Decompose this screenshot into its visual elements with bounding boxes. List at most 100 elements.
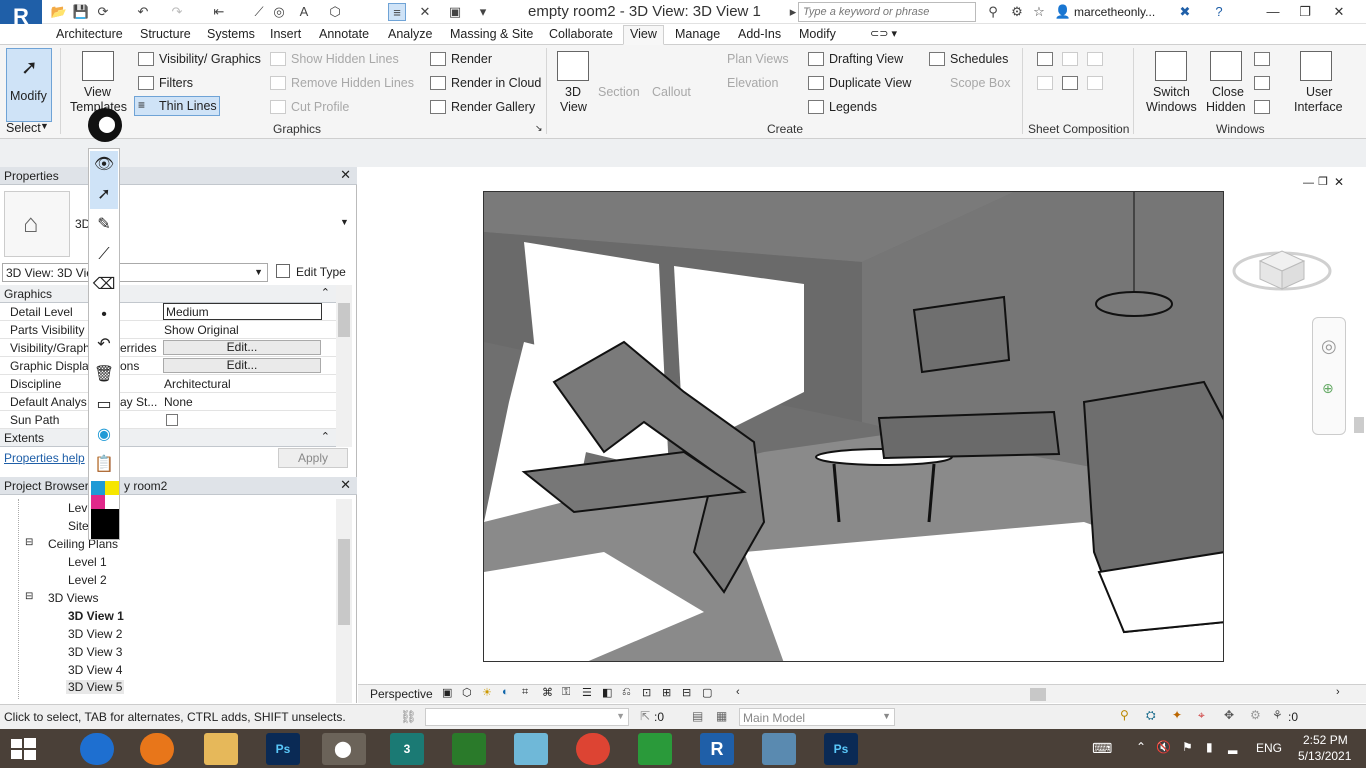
search-input[interactable]: Type a keyword or phrase [798, 2, 976, 22]
select-dropdown-icon[interactable]: ▼ [40, 121, 49, 131]
user-interface-label-1[interactable]: User [1306, 85, 1332, 99]
zoom-icon[interactable]: ⊕ [1322, 380, 1334, 397]
temp-properties-icon[interactable]: ⎌ [622, 686, 631, 699]
snagit-icon[interactable]: ⬤ [322, 733, 366, 765]
drafting-view-button[interactable]: Drafting View [829, 52, 903, 66]
graphics-dialog-launcher-icon[interactable]: ↘ [535, 123, 543, 134]
worksharing-icon[interactable]: ⊟ [682, 686, 691, 699]
shadows-icon[interactable]: ◐ [502, 686, 509, 698]
graphics-section-header[interactable]: Graphics ⌃ [0, 285, 336, 303]
tree-item[interactable]: Level 2 [68, 573, 107, 587]
windows-start-icon[interactable] [8, 735, 38, 763]
vg-overrides-edit-button[interactable]: Edit... [163, 340, 321, 355]
revisions-icon[interactable] [1037, 76, 1053, 90]
tab-view[interactable]: View [623, 25, 664, 45]
show-crop-icon[interactable]: ⌘ [542, 686, 553, 699]
close-hidden-label-2[interactable]: Hidden [1206, 100, 1246, 114]
crop-region-icon[interactable]: ▢ [702, 686, 712, 699]
crop-icon[interactable]: ⌗ [522, 686, 528, 699]
legends-button[interactable]: Legends [829, 100, 877, 114]
cascade-icon[interactable] [1254, 76, 1270, 90]
replicate-icon[interactable] [1254, 52, 1270, 66]
ie-icon[interactable] [80, 733, 114, 765]
sheet-icon[interactable] [1037, 52, 1053, 66]
highlighter-icon[interactable]: ✎ [89, 212, 119, 238]
close-inactive-icon[interactable]: ✕ [416, 3, 434, 21]
chrome-icon[interactable] [576, 733, 610, 765]
constraints-icon[interactable]: ⊞ [662, 686, 671, 699]
save-icon[interactable]: 💾 [72, 3, 90, 21]
text-icon[interactable]: A [295, 3, 313, 21]
scope-box-button[interactable]: Scope Box [950, 76, 1010, 90]
discipline-value[interactable]: Architectural [164, 377, 231, 391]
model-option-icon[interactable]: ▦ [716, 709, 727, 723]
scrollbar-thumb[interactable] [338, 539, 350, 625]
view-minimize-icon[interactable]: — [1303, 177, 1314, 189]
view-close-icon[interactable]: ✕ [1334, 175, 1344, 189]
render-gallery-button[interactable]: Render Gallery [451, 100, 535, 114]
clock-time[interactable]: 2:52 PM [1303, 733, 1348, 747]
network-icon[interactable]: ⚑ [1182, 740, 1193, 754]
filters-button[interactable]: Filters [159, 76, 193, 90]
tab-manage[interactable]: Manage [669, 26, 726, 42]
customize-qat-icon[interactable]: ▾ [474, 3, 492, 21]
close-icon[interactable]: ✕ [340, 167, 351, 183]
elevation-button[interactable]: Elevation [727, 76, 778, 90]
signal-icon[interactable]: ▂ [1228, 740, 1237, 754]
guide-grid-icon[interactable] [1062, 76, 1078, 90]
tab-architecture[interactable]: Architecture [50, 26, 129, 42]
tray-expand-icon[interactable]: ⌃ [1136, 740, 1146, 754]
capture-handle-icon[interactable]: ⬤ [88, 108, 122, 142]
volume-icon[interactable]: 🔇 [1156, 740, 1171, 754]
scrollbar-thumb[interactable] [338, 303, 350, 337]
keyboard-icon[interactable]: ⌨ [1092, 740, 1112, 757]
viewport-scroll-thumb[interactable] [1354, 417, 1364, 433]
view-templates-label-1[interactable]: View [84, 85, 111, 99]
sync-icon[interactable]: ⟳ [94, 3, 112, 21]
sketch-icon[interactable] [452, 733, 486, 765]
collapse-tree-icon[interactable]: ⊟ [25, 591, 33, 602]
3d-view-big-icon[interactable] [557, 51, 589, 81]
tree-item[interactable]: Lev [68, 501, 87, 515]
clipboard-icon[interactable]: 📋 [89, 452, 119, 478]
file-explorer-icon[interactable] [204, 733, 238, 765]
camera-icon[interactable]: ◉ [89, 422, 119, 448]
reveal-icon[interactable]: ◧ [602, 686, 612, 699]
select-menu[interactable]: Select [6, 121, 41, 135]
tree-item-active-view[interactable]: 3D View 1 [68, 609, 124, 623]
redo-icon[interactable]: ↷ [168, 3, 186, 21]
dot-icon[interactable]: • [89, 302, 119, 328]
close-icon[interactable]: ✕ [340, 477, 351, 493]
select-by-face-icon[interactable]: ⌖ [1198, 708, 1205, 723]
tree-item[interactable]: 3D View 4 [68, 663, 122, 677]
switch-windows-label-2[interactable]: Windows [1146, 100, 1197, 114]
matchline-icon[interactable] [1087, 76, 1103, 90]
3d-view-render[interactable] [483, 191, 1224, 662]
switch-windows-icon[interactable] [1155, 51, 1187, 81]
tab-annotate[interactable]: Annotate [313, 26, 375, 42]
arrow-icon[interactable]: ➚ [89, 182, 119, 208]
user-interface-label-2[interactable]: Interface [1294, 100, 1343, 114]
app-icon[interactable] [514, 733, 548, 765]
tree-item[interactable]: 3D View 2 [68, 627, 122, 641]
tree-item[interactable]: Site [68, 519, 89, 533]
scroll-right-icon[interactable]: › [1336, 686, 1340, 698]
show-hidden-lines-button[interactable]: Show Hidden Lines [291, 52, 399, 66]
sun-icon[interactable]: ☀ [482, 686, 492, 699]
view-selector[interactable]: 3D View: 3D Vie ▼ [2, 263, 268, 282]
minimize-icon[interactable]: — [1256, 2, 1290, 22]
binoculars-icon[interactable]: ⚲ [984, 3, 1002, 21]
presentation-icon[interactable]: ▭ [89, 392, 119, 418]
tab-systems[interactable]: Systems [201, 26, 261, 42]
browser-scrollbar[interactable] [336, 499, 352, 703]
sun-path-checkbox[interactable] [166, 414, 178, 426]
filter-icon[interactable]: ⚘ [1272, 708, 1283, 722]
tab-addins[interactable]: Add-Ins [732, 26, 787, 42]
clock-date[interactable]: 5/13/2021 [1298, 749, 1351, 763]
color-black[interactable] [91, 509, 119, 539]
select-pinned-icon[interactable]: ✦ [1172, 708, 1182, 722]
visibility-graphics-button[interactable]: Visibility/ Graphics [159, 52, 261, 66]
tree-item[interactable]: 3D View 3 [68, 645, 122, 659]
dimension-icon[interactable]: ⟋ [250, 3, 268, 21]
editable-only-icon[interactable]: ⇱ [640, 709, 650, 723]
